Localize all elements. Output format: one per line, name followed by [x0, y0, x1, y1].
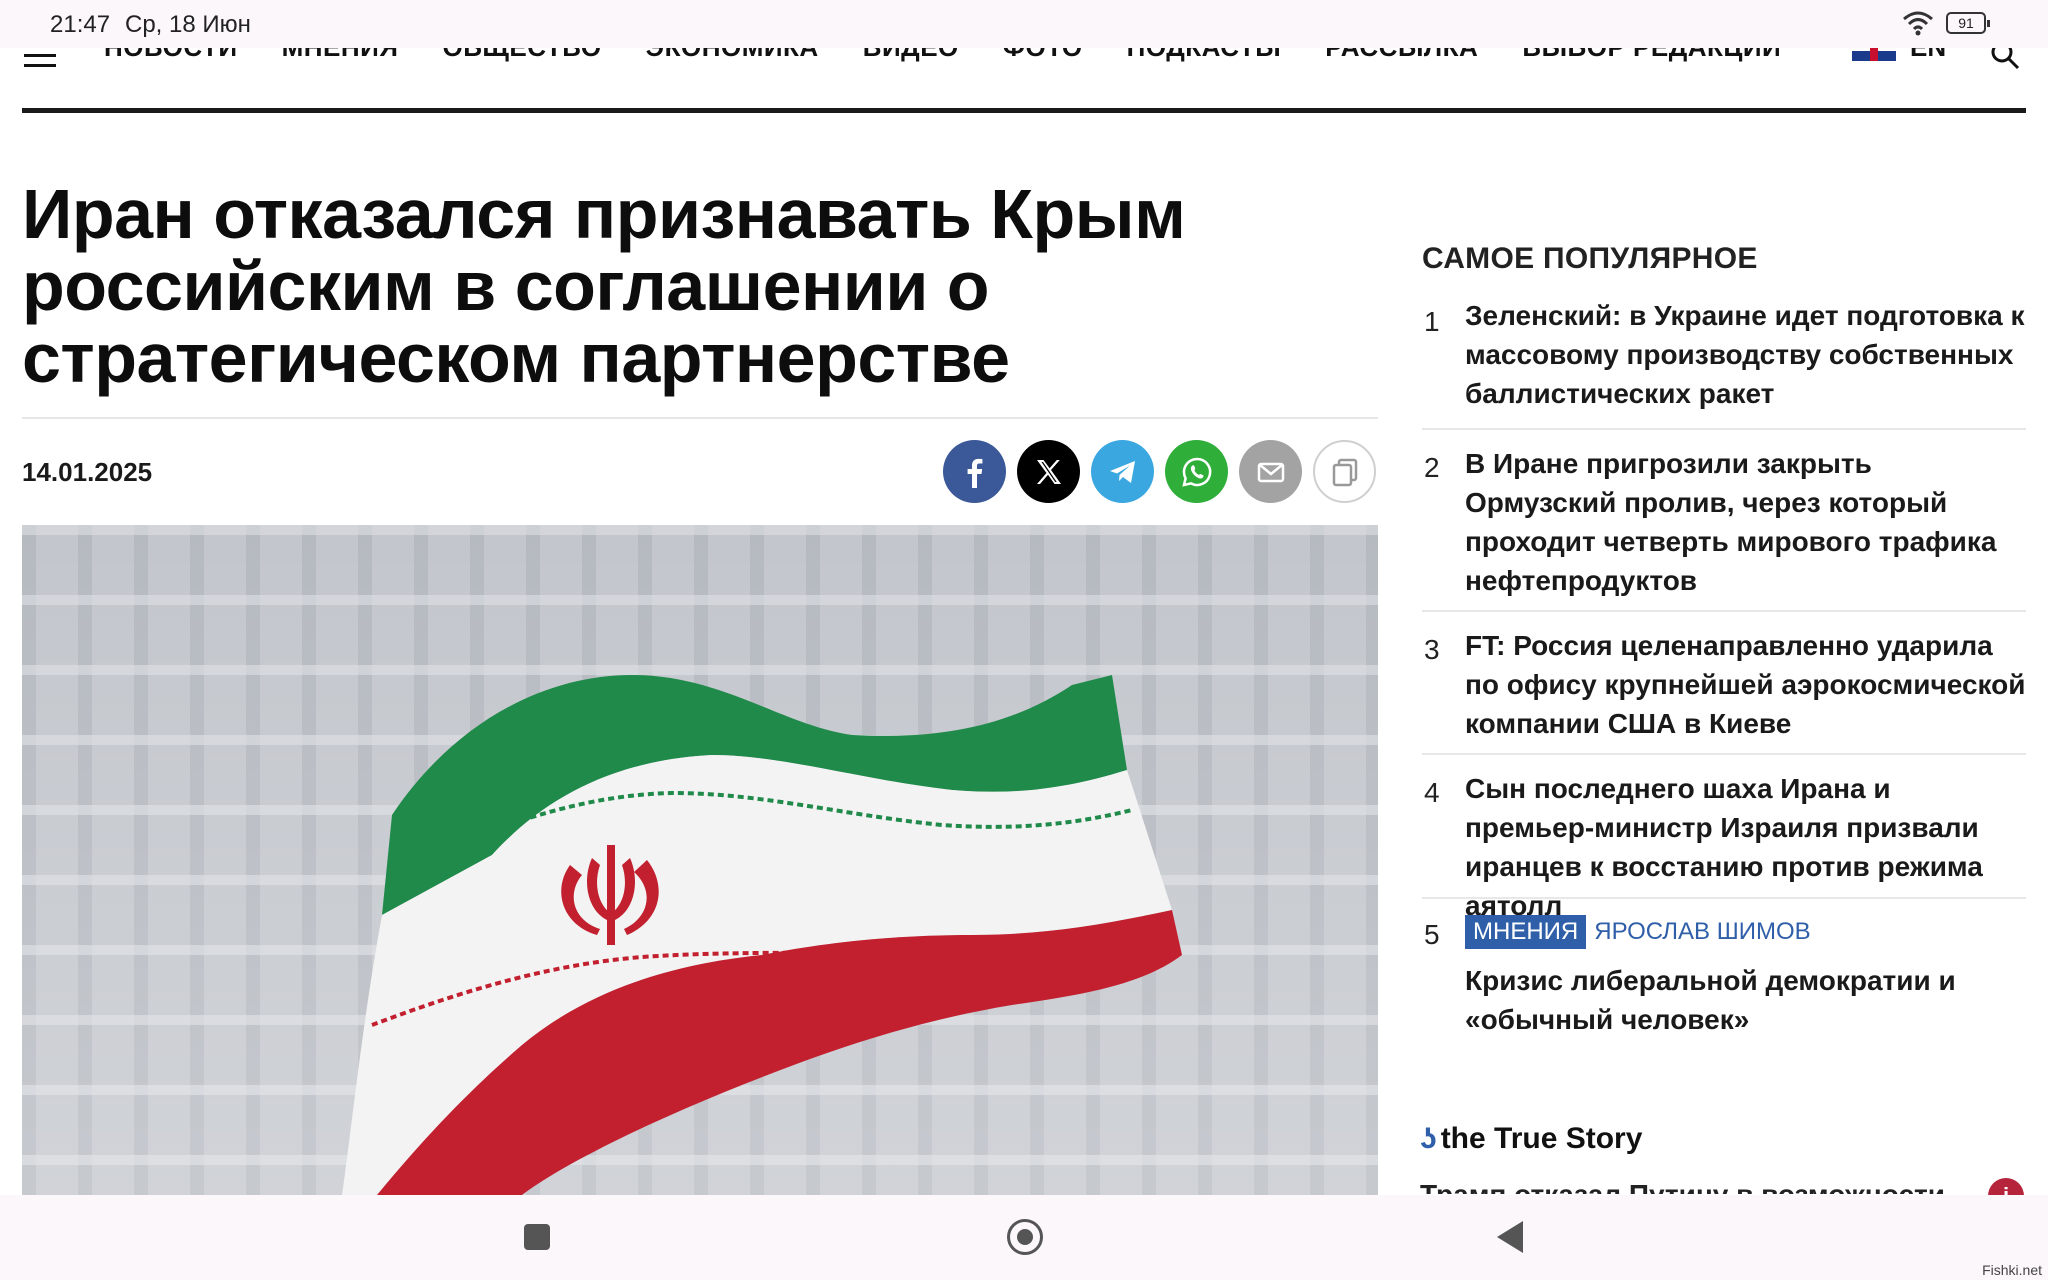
facebook-icon — [967, 458, 982, 488]
whatsapp-icon — [1181, 457, 1211, 487]
status-bar: 21:47 Ср, 18 Июн 91 — [0, 0, 2048, 48]
author-link[interactable]: ЯРОСЛАВ ШИМОВ — [1594, 918, 1810, 946]
popular-item-number: 1 — [1424, 306, 1440, 337]
promo-title-text: the True Story — [1440, 1122, 1643, 1155]
recent-apps-button[interactable] — [524, 1224, 550, 1250]
share-buttons — [943, 440, 1376, 503]
back-button[interactable] — [1497, 1221, 1523, 1253]
popular-item-4[interactable]: 4 Сын последнего шаха Ирана и премьер-ми… — [1422, 755, 2026, 921]
copy-icon — [1332, 458, 1357, 486]
email-share-button[interactable] — [1239, 440, 1302, 503]
popular-item-number: 5 — [1424, 919, 1440, 950]
telegram-share-button[interactable] — [1091, 440, 1154, 503]
popular-item-number: 4 — [1424, 777, 1440, 808]
popular-item-link[interactable]: Кризис либеральной демократии и «обычный… — [1465, 949, 2026, 1039]
popular-section-title: САМОЕ ПОПУЛЯРНОЕ — [1422, 242, 1758, 275]
category-tag[interactable]: МНЕНИЯ — [1465, 915, 1587, 949]
article-title: Иран отказался признавать Крым российски… — [22, 175, 1186, 397]
whatsapp-share-button[interactable] — [1165, 440, 1228, 503]
popular-item-link[interactable]: FT: Россия целенаправленно ударила по оф… — [1465, 612, 2026, 743]
copy-link-button[interactable] — [1313, 440, 1376, 503]
promo-logo-icon: ʖ — [1420, 1122, 1437, 1155]
title-divider — [22, 417, 1378, 419]
popular-item-2[interactable]: 2 В Иране пригрозили закрыть Ормузский п… — [1422, 430, 2026, 612]
popular-item-meta: МНЕНИЯ ЯРОСЛАВ ШИМОВ — [1465, 899, 2026, 949]
mail-icon — [1257, 462, 1284, 482]
x-icon — [1036, 459, 1061, 484]
popular-item-link[interactable]: В Иране пригрозили закрыть Ормузский про… — [1465, 430, 2026, 600]
article-date: 14.01.2025 — [22, 457, 153, 487]
promo-subtitle[interactable]: Трамп отказал Путину в возможности — [1420, 1176, 1980, 1194]
popular-item-link[interactable]: Зеленский: в Украине идет подготовка к м… — [1465, 296, 2026, 413]
status-time: 21:47 — [50, 11, 111, 38]
popular-item-number: 3 — [1424, 634, 1440, 665]
iran-flag-photo — [22, 525, 1378, 1195]
wifi-icon — [1903, 11, 1933, 36]
popular-item-1[interactable]: 1 Зеленский: в Украине идет подготовка к… — [1422, 296, 2026, 430]
popular-item-5[interactable]: 5 МНЕНИЯ ЯРОСЛАВ ШИМОВ Кризис либерально… — [1422, 899, 2026, 1039]
popular-list: 1 Зеленский: в Украине идет подготовка к… — [1422, 296, 2026, 1039]
status-date: Ср, 18 Июн — [125, 11, 251, 38]
telegram-icon — [1109, 460, 1135, 483]
promo-title[interactable]: ʖ the True Story — [1420, 1122, 1642, 1156]
article-hero-image — [22, 525, 1378, 1195]
nav-divider — [22, 108, 2026, 113]
home-button[interactable] — [1007, 1219, 1043, 1255]
watermark: Fishki.net — [1982, 1262, 2042, 1278]
system-nav-bar — [0, 1195, 2048, 1280]
facebook-share-button[interactable] — [943, 440, 1006, 503]
battery-icon: 91 — [1946, 12, 1990, 34]
popular-item-number: 2 — [1424, 452, 1440, 483]
popular-item-3[interactable]: 3 FT: Россия целенаправленно ударила по … — [1422, 612, 2026, 755]
x-share-button[interactable] — [1017, 440, 1080, 503]
